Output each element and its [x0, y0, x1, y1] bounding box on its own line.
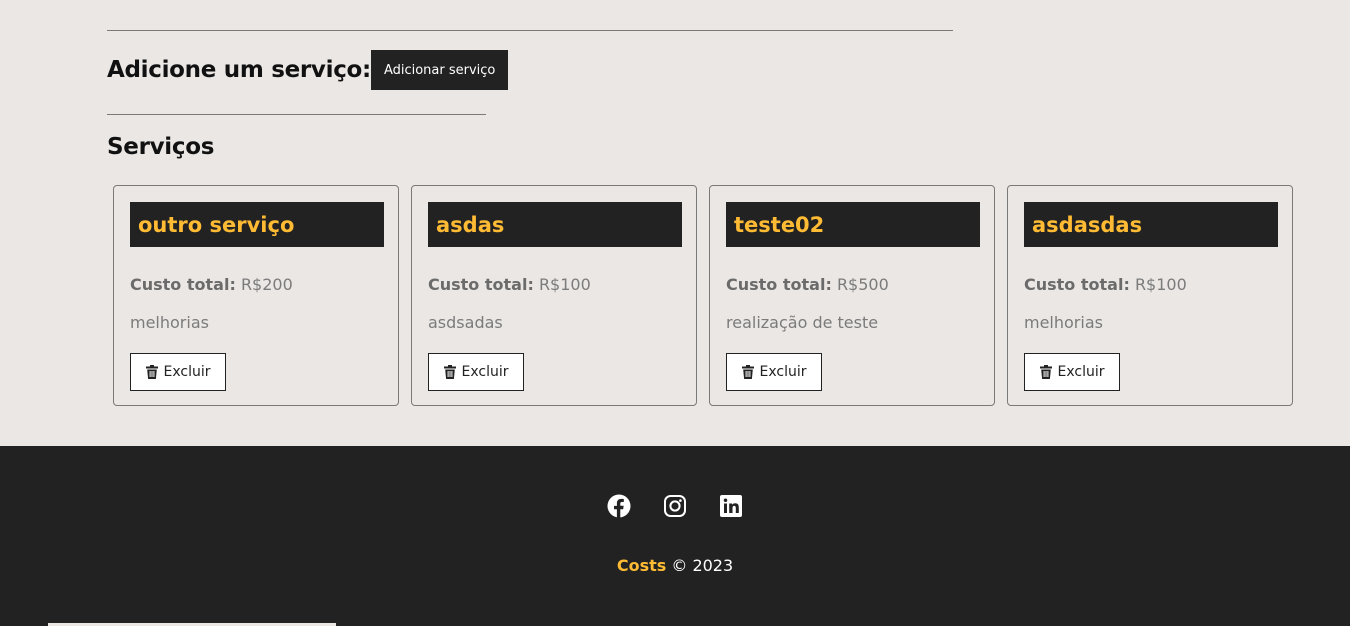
cost-value: R$100 — [1134, 275, 1187, 294]
project-page: Adicione um serviço: Adicionar serviço S… — [0, 0, 1350, 626]
delete-label: Excluir — [759, 364, 807, 380]
services-list: outro serviço Custo total: R$200 melhori… — [113, 185, 1293, 406]
cost-label: Custo total: — [428, 275, 534, 294]
service-card: asdas Custo total: R$100 asdsadas Exclui… — [411, 185, 697, 406]
copyright-text: Costs © 2023 — [0, 556, 1350, 575]
delete-label: Excluir — [1057, 364, 1105, 380]
delete-button[interactable]: Excluir — [130, 353, 226, 391]
service-description: asdsadas — [428, 313, 503, 332]
trash-icon — [1039, 365, 1052, 379]
service-cost: Custo total: R$100 — [428, 275, 591, 294]
delete-button[interactable]: Excluir — [1024, 353, 1120, 391]
service-cost: Custo total: R$500 — [726, 275, 889, 294]
cost-label: Custo total: — [130, 275, 236, 294]
service-name: asdas — [436, 212, 505, 237]
instagram-icon[interactable] — [663, 494, 687, 518]
service-card-header: asdas — [428, 202, 682, 247]
social-links — [0, 494, 1350, 518]
cost-value: R$200 — [240, 275, 293, 294]
copyright-year: © 2023 — [671, 556, 734, 575]
service-card: asdasdas Custo total: R$100 melhorias Ex… — [1007, 185, 1293, 406]
delete-label: Excluir — [461, 364, 509, 380]
services-title: Serviços — [107, 134, 215, 160]
trash-icon — [145, 365, 158, 379]
delete-label: Excluir — [163, 364, 211, 380]
service-description: melhorias — [1024, 313, 1103, 332]
trash-icon — [741, 365, 754, 379]
footer: Costs © 2023 — [0, 446, 1350, 626]
service-name: teste02 — [734, 212, 825, 237]
service-cost: Custo total: R$100 — [1024, 275, 1187, 294]
service-card-header: outro serviço — [130, 202, 384, 247]
add-service-button[interactable]: Adicionar serviço — [370, 50, 509, 90]
service-description: melhorias — [130, 313, 209, 332]
divider — [107, 114, 486, 115]
cost-label: Custo total: — [1024, 275, 1130, 294]
cost-value: R$100 — [538, 275, 591, 294]
delete-button[interactable]: Excluir — [726, 353, 822, 391]
add-service-title: Adicione um serviço: — [107, 57, 371, 83]
trash-icon — [443, 365, 456, 379]
linkedin-icon[interactable] — [719, 494, 743, 518]
brand-name: Costs — [616, 556, 667, 575]
facebook-icon[interactable] — [607, 494, 631, 518]
delete-button[interactable]: Excluir — [428, 353, 524, 391]
service-card-header: teste02 — [726, 202, 980, 247]
service-cost: Custo total: R$200 — [130, 275, 293, 294]
service-card: teste02 Custo total: R$500 realização de… — [709, 185, 995, 406]
service-card: outro serviço Custo total: R$200 melhori… — [113, 185, 399, 406]
service-card-header: asdasdas — [1024, 202, 1278, 247]
cost-value: R$500 — [836, 275, 889, 294]
service-description: realização de teste — [726, 313, 879, 332]
service-name: asdasdas — [1032, 212, 1143, 237]
cost-label: Custo total: — [726, 275, 832, 294]
divider — [107, 30, 953, 31]
add-service-row: Adicione um serviço: Adicionar serviço — [107, 50, 509, 90]
service-name: outro serviço — [138, 212, 295, 237]
